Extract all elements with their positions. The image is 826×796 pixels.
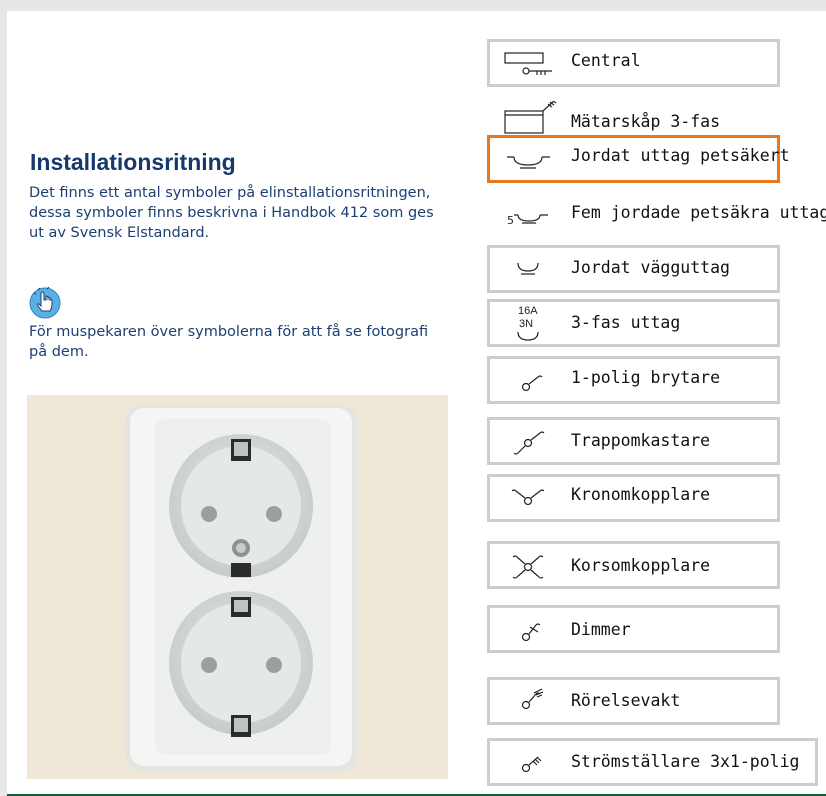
series-switch-symbol-icon xyxy=(511,489,545,506)
five-grounded-outlets-symbol-icon: 5 xyxy=(507,214,548,227)
symbol-three-phase-outlet[interactable]: 16A 3N 3-fas uttag xyxy=(487,299,780,347)
page-description: Det finns ett antal symboler på elinstal… xyxy=(29,185,434,241)
page: Installationsritning Det finns ett antal… xyxy=(7,11,826,796)
symbol-three-pole-switch[interactable]: Strömställare 3x1-polig xyxy=(487,738,818,786)
symbol-grounded-outlet-childsafe[interactable]: Jordat uttag petsäkert xyxy=(487,135,790,183)
symbol-label: Strömställare 3x1-polig xyxy=(571,752,800,771)
symbol-label: 1-polig brytare xyxy=(571,368,721,387)
double-socket-image xyxy=(125,405,357,771)
symbol-label: Trappomkastare xyxy=(571,431,711,450)
outlet-count-text: 5 xyxy=(507,214,514,227)
symbol-label: Central xyxy=(571,51,641,70)
symbol-grounded-wall-outlet[interactable]: Jordat vägguttag xyxy=(487,245,780,293)
symbol-label: Jordat vägguttag xyxy=(571,258,730,277)
symbol-label: Jordat uttag petsäkert xyxy=(571,146,790,165)
intermediate-switch-symbol-icon xyxy=(512,555,544,579)
symbol-label: Fem jordade petsäkra uttag xyxy=(571,203,826,222)
motion-sensor-symbol-icon xyxy=(521,688,544,710)
central-symbol-icon xyxy=(504,52,552,75)
symbol-central[interactable]: Central xyxy=(487,39,780,87)
hover-hint-text: För muspekaren över symbolerna för att f… xyxy=(29,324,429,360)
symbol-intermediate-switch[interactable]: Korsomkopplare xyxy=(487,541,780,589)
symbol-single-pole-switch[interactable]: 1-polig brytare xyxy=(487,356,780,404)
symbol-dimmer[interactable]: Dimmer xyxy=(487,605,780,653)
symbol-label: Kronomkopplare xyxy=(571,485,711,504)
pointer-hand-icon xyxy=(29,286,61,319)
socket-photo xyxy=(27,395,448,779)
symbol-five-grounded-outlets[interactable]: 5 Fem jordade petsäkra uttag xyxy=(487,189,826,237)
single-pole-switch-symbol-icon xyxy=(521,375,543,392)
dimmer-symbol-icon xyxy=(521,623,541,642)
symbol-label: 3-fas uttag xyxy=(571,313,681,332)
symbol-series-switch[interactable]: Kronomkopplare xyxy=(487,474,780,522)
outlet-rating-text: 16A xyxy=(518,305,538,317)
two-way-switch-symbol-icon xyxy=(513,431,545,455)
symbol-label: Mätarskåp 3-fas xyxy=(571,112,721,131)
outlet-phase-text: 3N xyxy=(519,318,533,330)
page-title: Installationsritning xyxy=(30,149,236,175)
meter-cabinet-symbol-icon xyxy=(504,101,557,134)
symbol-label: Dimmer xyxy=(571,620,631,639)
grounded-outlet-childsafe-symbol-icon xyxy=(507,156,550,169)
grounded-wall-outlet-symbol-icon xyxy=(517,262,539,275)
symbol-label: Korsomkopplare xyxy=(571,556,711,575)
three-pole-switch-symbol-icon xyxy=(521,756,542,773)
three-phase-outlet-symbol-icon: 16A 3N xyxy=(517,305,539,341)
symbol-motion-sensor[interactable]: Rörelsevakt xyxy=(487,677,780,725)
symbol-label: Rörelsevakt xyxy=(571,691,681,710)
symbol-two-way-switch[interactable]: Trappomkastare xyxy=(487,417,780,465)
